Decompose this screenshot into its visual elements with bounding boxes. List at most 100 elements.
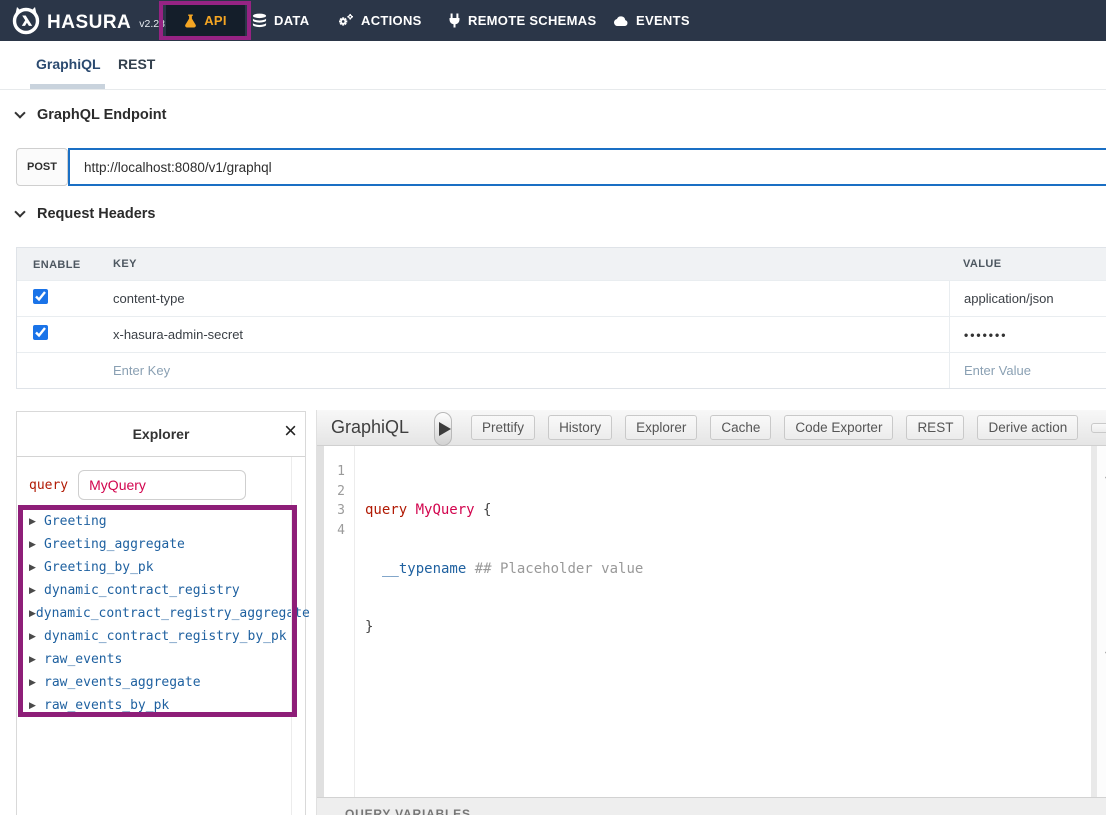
line-number: 4 <box>324 521 354 541</box>
nav-tab-actions[interactable]: ACTIONS <box>337 0 422 41</box>
nav-tab-label: API <box>204 13 227 28</box>
table-row-new <box>17 352 1106 388</box>
request-headers-table: ENABLE KEY VALUE content-type applicatio… <box>16 247 1106 389</box>
brand-name: HASURA <box>47 12 131 34</box>
chevron-down-icon <box>14 107 25 118</box>
graphql-endpoint-input[interactable] <box>68 148 1106 186</box>
nav-tab-label: DATA <box>274 13 309 28</box>
operation-keyword: query <box>29 478 68 493</box>
field-item-greeting-by-pk[interactable]: ▶ Greeting_by_pk <box>29 556 305 579</box>
graphiql-pane: GraphiQL Prettify History Explorer Cache… <box>316 410 1106 815</box>
query-variables-bar[interactable]: QUERY VARIABLES <box>317 797 1106 815</box>
query-editor[interactable]: 1 2 3 4 query MyQuery { __typename ## Pl… <box>317 446 1106 797</box>
database-icon <box>252 13 267 29</box>
operation-name-row: query <box>17 457 305 500</box>
pane-resize-handle[interactable] <box>317 446 324 797</box>
endpoint-row: POST <box>16 148 1106 186</box>
code-line-2: __typename ## Placeholder value <box>365 560 1092 580</box>
explorer-panel: Explorer × query ▶ Greeting ▶ Greeting_a… <box>16 411 306 815</box>
cloud-icon <box>613 15 629 27</box>
hasura-brand[interactable]: HASURA v2.23.0 <box>10 4 174 41</box>
field-arrow-icon: ▶ <box>29 608 36 619</box>
execute-query-button[interactable] <box>434 412 452 446</box>
code-line-1: query MyQuery { <box>365 501 1092 521</box>
explorer-title: Explorer <box>133 426 190 442</box>
field-item-greeting[interactable]: ▶ Greeting <box>29 510 305 533</box>
field-item-raw-events-aggregate[interactable]: ▶ raw_events_aggregate <box>29 671 305 694</box>
explorer-toggle-button[interactable]: Explorer <box>625 415 697 440</box>
field-arrow-icon: ▶ <box>29 631 44 642</box>
line-number-gutter: 1 2 3 4 <box>324 446 355 797</box>
graphiql-title: GraphiQL <box>331 417 409 438</box>
field-arrow-icon: ▶ <box>29 677 44 688</box>
play-icon <box>439 422 451 436</box>
gears-icon <box>337 13 354 28</box>
headers-table-head-row: ENABLE KEY VALUE <box>17 248 1106 280</box>
column-value: VALUE <box>963 258 1001 270</box>
header-key[interactable]: x-hasura-admin-secret <box>113 327 243 342</box>
nav-tab-label: EVENTS <box>636 13 690 28</box>
headers-section-title: Request Headers <box>37 206 155 222</box>
field-arrow-icon: ▶ <box>29 516 44 527</box>
explorer-header: Explorer × <box>17 412 305 457</box>
headers-section-header[interactable]: Request Headers <box>16 206 155 222</box>
header-enable-checkbox[interactable] <box>33 325 48 340</box>
nav-tab-label: ACTIONS <box>361 13 422 28</box>
nav-tab-remote-schemas[interactable]: REMOTE SCHEMAS <box>448 0 596 41</box>
field-arrow-icon: ▶ <box>29 539 44 550</box>
cache-button[interactable]: Cache <box>710 415 771 440</box>
header-enable-checkbox[interactable] <box>33 289 48 304</box>
close-icon[interactable]: × <box>284 420 297 442</box>
line-number: 3 <box>324 501 354 521</box>
line-number: 2 <box>324 482 354 502</box>
field-arrow-icon: ▶ <box>29 700 44 711</box>
endpoint-section-title: GraphQL Endpoint <box>37 107 166 123</box>
table-row: content-type application/json <box>17 280 1106 316</box>
field-item-greeting-aggregate[interactable]: ▶ Greeting_aggregate <box>29 533 305 556</box>
top-navbar: HASURA v2.23.0 API DATA <box>0 0 1106 41</box>
nav-tab-api[interactable]: API <box>166 4 245 37</box>
tab-rest[interactable]: REST <box>118 56 155 72</box>
clipped-toolbar-button[interactable] <box>1091 423 1106 433</box>
new-header-key-input[interactable] <box>113 363 907 378</box>
query-variables-label: QUERY VARIABLES <box>345 807 1106 815</box>
field-item-raw-events-by-pk[interactable]: ▶ raw_events_by_pk <box>29 694 305 717</box>
explorer-field-list: ▶ Greeting ▶ Greeting_aggregate ▶ Greeti… <box>17 510 305 717</box>
graphiql-toolbar: GraphiQL Prettify History Explorer Cache… <box>317 410 1106 446</box>
field-arrow-icon: ▶ <box>29 562 44 573</box>
column-enable: ENABLE <box>33 259 81 271</box>
line-number: 1 <box>324 462 354 482</box>
nav-tab-events[interactable]: EVENTS <box>613 0 690 41</box>
prettify-button[interactable]: Prettify <box>471 415 535 440</box>
header-key[interactable]: content-type <box>113 291 185 306</box>
field-item-dynamic-contract-registry[interactable]: ▶ dynamic_contract_registry <box>29 579 305 602</box>
field-item-dynamic-contract-registry-aggregate[interactable]: ▶ dynamic_contract_registry_aggregate <box>29 602 305 625</box>
code-exporter-button[interactable]: Code Exporter <box>784 415 893 440</box>
chevron-down-icon <box>14 206 25 217</box>
tab-graphiql[interactable]: GraphiQL <box>36 56 101 72</box>
hasura-logo-icon <box>10 4 42 41</box>
http-method-button[interactable]: POST <box>16 148 68 186</box>
column-key: KEY <box>113 258 137 270</box>
field-item-raw-events[interactable]: ▶ raw_events <box>29 648 305 671</box>
new-header-value-input[interactable] <box>964 363 1099 378</box>
result-pane-edge: ▾ ▾ <box>1097 446 1106 797</box>
endpoint-section-header[interactable]: GraphQL Endpoint <box>16 107 166 123</box>
explorer-scroll-gutter <box>291 457 292 815</box>
history-button[interactable]: History <box>548 415 612 440</box>
derive-action-button[interactable]: Derive action <box>977 415 1078 440</box>
field-item-dynamic-contract-registry-by-pk[interactable]: ▶ dynamic_contract_registry_by_pk <box>29 625 305 648</box>
active-tab-underline <box>30 84 105 89</box>
field-arrow-icon: ▶ <box>29 585 44 596</box>
code-line-3: } <box>365 618 1092 638</box>
operation-name-input[interactable] <box>78 470 246 500</box>
table-row: x-hasura-admin-secret ••••••• <box>17 316 1106 352</box>
header-value[interactable]: application/json <box>964 291 1054 306</box>
nav-tab-data[interactable]: DATA <box>252 0 309 41</box>
header-value-masked[interactable]: ••••••• <box>964 328 1007 342</box>
api-subtabs: GraphiQL REST <box>0 41 1106 90</box>
query-code[interactable]: query MyQuery { __typename ## Placeholde… <box>365 446 1092 797</box>
plug-icon <box>448 13 461 28</box>
field-arrow-icon: ▶ <box>29 654 44 665</box>
rest-button[interactable]: REST <box>906 415 964 440</box>
